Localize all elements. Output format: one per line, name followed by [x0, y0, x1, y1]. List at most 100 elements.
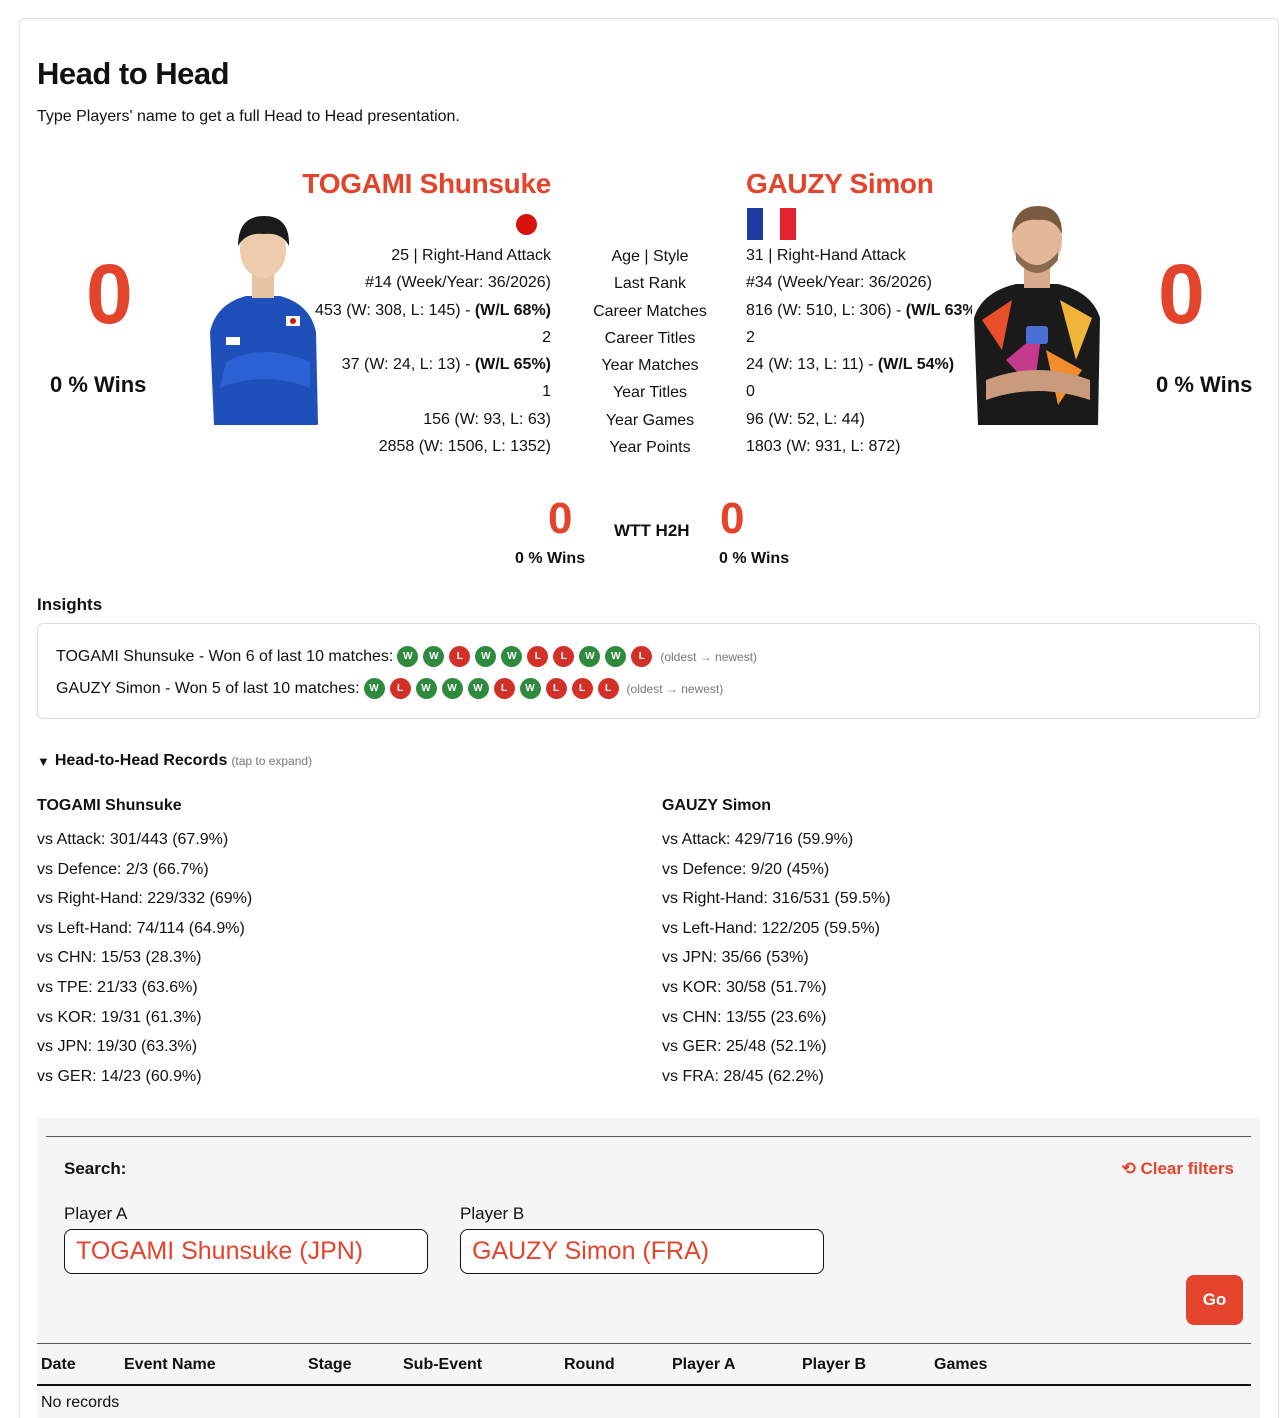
label-career-matches: Career Matches: [593, 302, 707, 320]
col-sub-event[interactable]: Sub-Event: [403, 1356, 482, 1374]
h2h-records-hint: (tap to expand): [231, 754, 313, 768]
page-title: Head to Head: [37, 56, 230, 91]
records-player-b-list: vs Attack: 429/716 (59.9%) vs Defence: 9/…: [662, 825, 891, 1091]
record-item: vs Left-Hand: 122/205 (59.5%): [662, 919, 880, 937]
record-item: vs CHN: 13/55 (23.6%): [662, 1008, 827, 1026]
insights-title: Insights: [37, 595, 103, 614]
player-b-age-style: 31 | Right-Hand Attack: [746, 247, 906, 264]
record-item: vs TPE: 21/33 (63.6%): [37, 978, 198, 996]
form-pills-a: WWLWWLLWWL: [397, 646, 653, 667]
loss-badge: L: [553, 646, 575, 667]
player-b-photo: [972, 200, 1102, 425]
player-b-career-matches: 816 (W: 510, L: 306) - (W/L 63%): [746, 301, 982, 319]
win-badge: W: [415, 678, 437, 699]
go-button[interactable]: Go: [1186, 1275, 1243, 1325]
wtt-h2h-label: WTT H2H: [614, 521, 690, 540]
record-item: vs KOR: 19/31 (61.3%): [37, 1008, 202, 1026]
player-a-last-rank: #14 (Week/Year: 36/2026): [365, 274, 551, 292]
col-date[interactable]: Date: [41, 1356, 76, 1374]
record-item: vs Right-Hand: 229/332 (69%): [37, 890, 253, 908]
player-b-input[interactable]: [460, 1229, 824, 1274]
label-career-titles: Career Titles: [604, 329, 696, 347]
insights-box: TOGAMI Shunsuke - Won 6 of last 10 match…: [37, 623, 1260, 719]
col-round[interactable]: Round: [564, 1356, 615, 1374]
records-player-a: TOGAMI Shunsuke vs Attack: 301/443 (67.9…: [37, 797, 252, 1091]
player-b-year-games: 96 (W: 52, L: 44): [746, 410, 865, 428]
divider: [46, 1136, 1251, 1137]
page-subtitle: Type Players' name to get a full Head to…: [37, 108, 460, 125]
record-item: vs FRA: 28/45 (62.2%): [662, 1067, 824, 1085]
label-year-games: Year Games: [605, 411, 695, 429]
col-stage[interactable]: Stage: [308, 1356, 352, 1374]
player-a-photo: [206, 212, 320, 425]
wtt-b-score: 0: [720, 494, 745, 543]
player-b-wins-label: 0 % Wins: [1156, 372, 1253, 397]
loss-badge: L: [597, 678, 619, 699]
record-item: vs Left-Hand: 74/114 (64.9%): [37, 919, 245, 937]
player-a-age-style: 25 | Right-Hand Attack: [391, 247, 551, 264]
japan-flag-icon: [516, 214, 537, 235]
record-item: vs Attack: 301/443 (67.9%): [37, 831, 229, 848]
triangle-down-icon: ▼: [37, 753, 50, 769]
record-item: vs Defence: 2/3 (66.7%): [37, 860, 209, 878]
col-player-a[interactable]: Player A: [672, 1356, 735, 1374]
label-year-points: Year Points: [609, 439, 691, 457]
record-item: vs JPN: 19/30 (63.3%): [37, 1038, 198, 1056]
wtt-b-wins: 0 % Wins: [719, 550, 790, 567]
player-b-year-titles: 0: [746, 383, 755, 401]
insight-player-a: TOGAMI Shunsuke - Won 6 of last 10 match…: [56, 646, 757, 667]
player-b-career-titles: 2: [746, 328, 755, 346]
record-item: vs GER: 25/48 (52.1%): [662, 1038, 827, 1056]
win-badge: W: [605, 646, 627, 667]
win-badge: W: [519, 678, 541, 699]
stat-labels: Age | Style Last Rank Career Matches Car…: [590, 243, 710, 461]
player-a-year-points: 2858 (W: 1506, L: 1352): [378, 438, 551, 456]
loss-badge: L: [449, 646, 471, 667]
label-age-style: Age | Style: [611, 248, 689, 265]
player-a-wins-label: 0 % Wins: [50, 372, 147, 397]
player-a-career-titles: 2: [542, 328, 551, 346]
record-item: vs CHN: 15/53 (28.3%): [37, 949, 202, 967]
insight-player-b: GAUZY Simon - Won 5 of last 10 matches: …: [56, 678, 723, 699]
undo-icon: ⟲: [1121, 1159, 1136, 1178]
player-a-input[interactable]: [64, 1229, 428, 1274]
label-year-titles: Year Titles: [612, 384, 688, 402]
label-year-matches: Year Matches: [601, 357, 699, 375]
win-badge: W: [475, 646, 497, 667]
player-b-field-label: Player B: [460, 1204, 525, 1223]
player-a-year-games: 156 (W: 93, L: 63): [423, 410, 551, 428]
records-player-a-list: vs Attack: 301/443 (67.9%) vs Defence: 2/…: [37, 825, 252, 1091]
records-player-a-name: TOGAMI Shunsuke: [37, 797, 182, 814]
loss-badge: L: [545, 678, 567, 699]
divider: [37, 1343, 1251, 1344]
player-b-name: GAUZY Simon: [746, 168, 934, 199]
insight-player-a-text: TOGAMI Shunsuke - Won 6 of last 10 match…: [56, 647, 394, 665]
player-a-score: 0: [86, 247, 133, 341]
col-player-b[interactable]: Player B: [802, 1356, 866, 1374]
records-player-b: GAUZY Simon vs Attack: 429/716 (59.9%) vs…: [662, 797, 891, 1091]
win-badge: W: [397, 646, 419, 667]
win-badge: W: [363, 678, 385, 699]
label-last-rank: Last Rank: [613, 275, 687, 293]
h2h-records-toggle[interactable]: ▼ Head-to-Head Records (tap to expand): [37, 752, 312, 770]
loss-badge: L: [527, 646, 549, 667]
col-games[interactable]: Games: [934, 1356, 987, 1374]
france-flag-icon: [747, 208, 796, 240]
col-event-name[interactable]: Event Name: [124, 1356, 216, 1374]
player-b-year-matches: 24 (W: 13, L: 11) - (W/L 54%): [746, 356, 955, 374]
player-b-year-points: 1803 (W: 931, L: 872): [746, 438, 901, 456]
player-a-career-matches: 453 (W: 308, L: 145) - (W/L 68%): [315, 301, 551, 319]
win-badge: W: [441, 678, 463, 699]
clear-filters-label: Clear filters: [1140, 1159, 1234, 1178]
order-note-b: (oldest → newest): [626, 681, 724, 696]
win-badge: W: [467, 678, 489, 699]
loss-badge: L: [631, 646, 653, 667]
record-item: vs JPN: 35/66 (53%): [662, 949, 809, 967]
wtt-a-score: 0: [548, 494, 573, 543]
clear-filters-button[interactable]: ⟲ Clear filters: [1121, 1159, 1234, 1179]
player-b-stats: 31 | Right-Hand Attack #34 (Week/Year: 3…: [746, 242, 982, 460]
loss-badge: L: [571, 678, 593, 699]
loss-badge: L: [389, 678, 411, 699]
player-b-score: 0: [1158, 247, 1205, 341]
record-item: vs KOR: 30/58 (51.7%): [662, 978, 827, 996]
